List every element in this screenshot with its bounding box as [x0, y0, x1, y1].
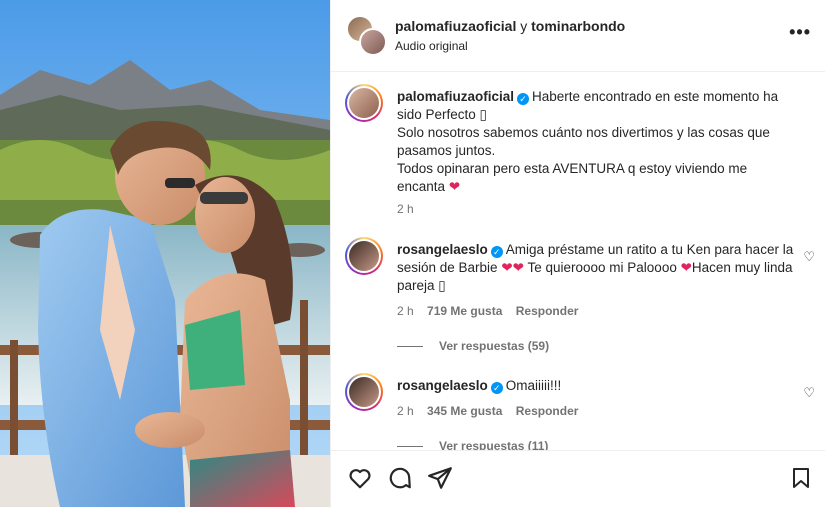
- comment-meta: 2 h 719 Me gusta Responder: [397, 304, 578, 318]
- comment-meta: 2 h 345 Me gusta Responder: [397, 404, 578, 418]
- caption-text: palomafiuzaoficial ✓ Haberte encontrado en…: [397, 88, 797, 196]
- action-bar: [331, 450, 825, 508]
- comment-text: rosangelaeslo ✓ Omaiiiii!!!: [397, 377, 797, 395]
- replies-line-divider: [397, 446, 423, 448]
- caption-username[interactable]: palomafiuzaoficial: [397, 89, 514, 104]
- caption-line2: Solo nosotros sabemos cuánto nos diverti…: [397, 125, 770, 158]
- comment-likes[interactable]: 719 Me gusta: [427, 304, 502, 318]
- header-joiner: y: [516, 18, 532, 34]
- reply-button[interactable]: Responder: [516, 304, 579, 318]
- header-user2-link[interactable]: tominarbondo: [531, 18, 625, 34]
- heart-emoji-icon: ❤: [680, 260, 692, 275]
- comment-avatar[interactable]: [345, 237, 383, 275]
- verified-badge-icon: ✓: [490, 382, 503, 394]
- photo-illustration: [0, 0, 330, 507]
- view-replies-label: Ver respuestas (11): [439, 439, 549, 450]
- comment-likes[interactable]: 345 Me gusta: [427, 404, 502, 418]
- comment-text-b: Te quieroooo mi Paloooo: [527, 260, 677, 275]
- bookmark-icon[interactable]: [789, 465, 813, 491]
- comment-username[interactable]: rosangelaeslo: [397, 378, 488, 393]
- comments-list[interactable]: palomafiuzaoficial ✓ Haberte encontrado en…: [331, 72, 825, 450]
- comment-text-a: Omaiiiii!!!: [505, 378, 562, 393]
- caption-avatar[interactable]: [345, 84, 383, 122]
- comment-avatar[interactable]: [345, 373, 383, 411]
- reply-button[interactable]: Responder: [516, 404, 579, 418]
- view-replies-button[interactable]: Ver respuestas (11): [397, 439, 548, 450]
- comment-time: 2 h: [397, 404, 414, 418]
- header-usernames: palomafiuzaoficial y tominarbondo: [395, 18, 625, 34]
- more-options-icon[interactable]: •••: [789, 22, 811, 43]
- share-icon[interactable]: [427, 465, 453, 491]
- caption-time: 2 h: [397, 202, 414, 216]
- header-user1-link[interactable]: palomafiuzaoficial: [395, 18, 516, 34]
- comment-like-heart-icon[interactable]: ♡: [803, 249, 815, 265]
- post-photo[interactable]: [0, 0, 330, 507]
- comment-icon[interactable]: [387, 465, 413, 491]
- comment-username[interactable]: rosangelaeslo: [397, 242, 488, 257]
- post-sidebar: palomafiuzaoficial y tominarbondo Audio …: [330, 0, 825, 507]
- comment-text: rosangelaeslo ✓ Amiga préstame un ratito a…: [397, 241, 797, 295]
- post-header: palomafiuzaoficial y tominarbondo Audio …: [331, 0, 825, 72]
- avatar-user2[interactable]: [359, 28, 387, 56]
- audio-link[interactable]: Audio original: [395, 39, 468, 53]
- verified-badge-icon: ✓: [517, 93, 530, 105]
- comment-like-heart-icon[interactable]: ♡: [803, 385, 815, 401]
- verified-badge-icon: ✓: [490, 246, 503, 258]
- view-replies-label: Ver respuestas (59): [439, 339, 550, 353]
- post-view: palomafiuzaoficial y tominarbondo Audio …: [0, 0, 825, 507]
- view-replies-button[interactable]: Ver respuestas (59): [397, 339, 549, 353]
- heart-emoji-icon: ❤: [448, 179, 461, 194]
- replies-line-divider: [397, 346, 423, 348]
- heart-emoji-icon: ❤❤: [501, 260, 524, 275]
- comment-time: 2 h: [397, 304, 414, 318]
- heart-icon[interactable]: [347, 465, 373, 491]
